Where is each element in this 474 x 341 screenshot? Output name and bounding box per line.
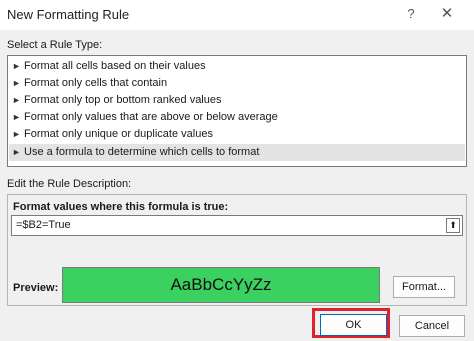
help-icon[interactable]: ? xyxy=(402,5,420,23)
formula-label: Format values where this formula is true… xyxy=(13,201,229,213)
preview-box: AaBbCcYyZz xyxy=(62,267,380,303)
rule-description-label: Edit the Rule Description: xyxy=(7,178,132,190)
arrow-right-icon: ► xyxy=(12,95,21,105)
rule-type-item-label: Format only unique or duplicate values xyxy=(24,128,213,140)
arrow-right-icon: ► xyxy=(12,61,21,71)
formula-value: =$B2=True xyxy=(16,219,71,231)
rule-type-item[interactable]: ► Format only unique or duplicate values xyxy=(9,126,465,143)
format-button[interactable]: Format... xyxy=(393,276,455,298)
preview-sample-text: AaBbCcYyZz xyxy=(170,275,272,294)
ok-button[interactable]: OK xyxy=(320,314,387,336)
arrow-right-icon: ► xyxy=(12,147,21,157)
rule-type-item-label: Format only cells that contain xyxy=(24,77,168,89)
rule-type-item[interactable]: ► Format only top or bottom ranked values xyxy=(9,92,465,109)
rule-type-label: Select a Rule Type: xyxy=(7,39,103,51)
arrow-right-icon: ► xyxy=(12,112,21,122)
collapse-dialog-icon[interactable]: ⬆ xyxy=(446,218,460,233)
rule-type-item-label: Format only top or bottom ranked values xyxy=(24,94,222,106)
close-icon[interactable]: ✕ xyxy=(438,5,456,23)
rule-type-list[interactable]: ► Format all cells based on their values … xyxy=(7,55,467,167)
rule-type-item-label: Format only values that are above or bel… xyxy=(24,111,278,123)
arrow-right-icon: ► xyxy=(12,78,21,88)
rule-type-item-label: Format all cells based on their values xyxy=(24,60,206,72)
formula-input[interactable]: =$B2=True ⬆ xyxy=(11,215,463,236)
rule-type-item[interactable]: ► Format all cells based on their values xyxy=(9,58,465,75)
arrow-right-icon: ► xyxy=(12,129,21,139)
dialog-title: New Formatting Rule xyxy=(7,7,130,22)
title-bar: New Formatting Rule ? ✕ xyxy=(0,0,474,30)
rule-type-item-selected[interactable]: ► Use a formula to determine which cells … xyxy=(9,144,465,161)
cancel-button[interactable]: Cancel xyxy=(399,315,465,337)
rule-type-item[interactable]: ► Format only cells that contain xyxy=(9,75,465,92)
rule-type-item[interactable]: ► Format only values that are above or be… xyxy=(9,109,465,126)
preview-label: Preview: xyxy=(13,282,59,294)
rule-type-item-label: Use a formula to determine which cells t… xyxy=(24,146,260,158)
